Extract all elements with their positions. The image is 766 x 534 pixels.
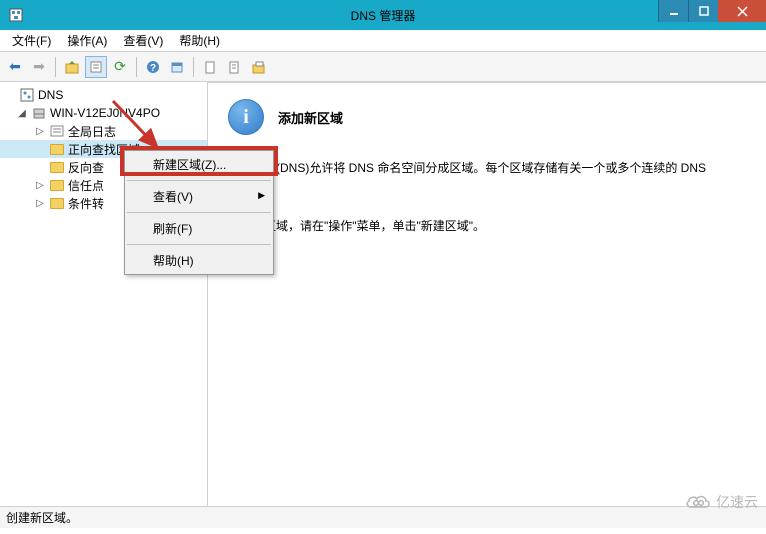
dns-icon (19, 88, 35, 102)
menu-action[interactable]: 操作(A) (59, 30, 115, 51)
separator (136, 57, 137, 77)
ctx-refresh[interactable]: 刷新(F) (125, 215, 273, 242)
expand-icon[interactable]: ▷ (34, 198, 46, 209)
context-menu: 新建区域(Z)... 查看(V) 刷新(F) 帮助(H) (124, 150, 274, 275)
folder-icon (49, 178, 65, 192)
properties-button[interactable] (85, 56, 107, 78)
back-button[interactable]: ⬅ (4, 56, 26, 78)
watermark: 亿速云 (684, 492, 758, 512)
ctx-help[interactable]: 帮助(H) (125, 247, 273, 274)
content-line1: 统(DNS)允许将 DNS 命名空间分成区域。每个区域存储有关一个或多个连续的 … (264, 161, 706, 175)
folder-icon (49, 196, 65, 210)
content-body: 域名系统(DNS)允许将 DNS 命名空间分成区域。每个区域存储有关一个或多个连… (228, 159, 746, 235)
toolbar-icon-3[interactable] (223, 56, 245, 78)
cloud-icon (684, 493, 712, 511)
main-area: DNS ◢ WIN-V12EJ0NV4PO ▷ 全局日志 正向查找区域 反向查 (0, 82, 766, 506)
tree-global-log[interactable]: ▷ 全局日志 (0, 122, 207, 140)
menubar: 文件(F) 操作(A) 查看(V) 帮助(H) (0, 30, 766, 52)
separator (55, 57, 56, 77)
maximize-button[interactable] (688, 0, 718, 22)
tree-panel: DNS ◢ WIN-V12EJ0NV4PO ▷ 全局日志 正向查找区域 反向查 (0, 82, 208, 506)
tree-label: 信任点 (68, 177, 104, 194)
window-title: DNS 管理器 (351, 7, 416, 24)
svg-text:?: ? (150, 63, 156, 74)
help-button[interactable]: ? (142, 56, 164, 78)
expand-icon[interactable]: ▷ (34, 180, 46, 191)
tree-server[interactable]: ◢ WIN-V12EJ0NV4PO (0, 104, 207, 122)
window-controls (658, 0, 766, 22)
separator (127, 244, 271, 245)
menu-view[interactable]: 查看(V) (115, 30, 171, 51)
expand-icon[interactable]: ▷ (34, 126, 46, 137)
titlebar: DNS 管理器 (0, 0, 766, 30)
menu-file[interactable]: 文件(F) (4, 30, 59, 51)
tree-label: 条件转 (68, 195, 104, 212)
tree-label: 全局日志 (68, 123, 116, 140)
menu-help[interactable]: 帮助(H) (171, 30, 228, 51)
content-title: 添加新区域 (278, 108, 343, 127)
tree-root-dns[interactable]: DNS (0, 86, 207, 104)
tree-label: 反向查 (68, 159, 104, 176)
status-text: 创建新区域。 (6, 509, 78, 526)
log-icon (49, 124, 65, 138)
content-panel: i 添加新区域 域名系统(DNS)允许将 DNS 命名空间分成区域。每个区域存储… (208, 82, 766, 506)
expand-icon[interactable]: ◢ (16, 108, 28, 119)
close-button[interactable] (718, 0, 766, 22)
content-header: i 添加新区域 (228, 99, 746, 135)
separator (193, 57, 194, 77)
toolbar-icon-4[interactable] (247, 56, 269, 78)
ctx-new-zone[interactable]: 新建区域(Z)... (125, 151, 273, 178)
ctx-view[interactable]: 查看(V) (125, 183, 273, 210)
statusbar: 创建新区域。 (0, 506, 766, 528)
watermark-text: 亿速云 (716, 492, 758, 512)
content-line2: 个新区域，请在"操作"菜单，单击"新建区域"。 (240, 219, 485, 233)
refresh-button[interactable]: ⟳ (109, 56, 131, 78)
separator (127, 212, 271, 213)
tree-label: DNS (38, 88, 63, 102)
tree-label: WIN-V12EJ0NV4PO (50, 106, 160, 120)
info-icon: i (228, 99, 264, 135)
app-icon (8, 7, 24, 23)
forward-button[interactable]: ➡ (28, 56, 50, 78)
server-icon (31, 106, 47, 120)
toolbar: ⬅ ➡ ⟳ ? (0, 52, 766, 82)
up-button[interactable] (61, 56, 83, 78)
minimize-button[interactable] (658, 0, 688, 22)
folder-icon (49, 142, 65, 156)
toolbar-icon-1[interactable] (166, 56, 188, 78)
folder-icon (49, 160, 65, 174)
toolbar-icon-2[interactable] (199, 56, 221, 78)
separator (127, 180, 271, 181)
